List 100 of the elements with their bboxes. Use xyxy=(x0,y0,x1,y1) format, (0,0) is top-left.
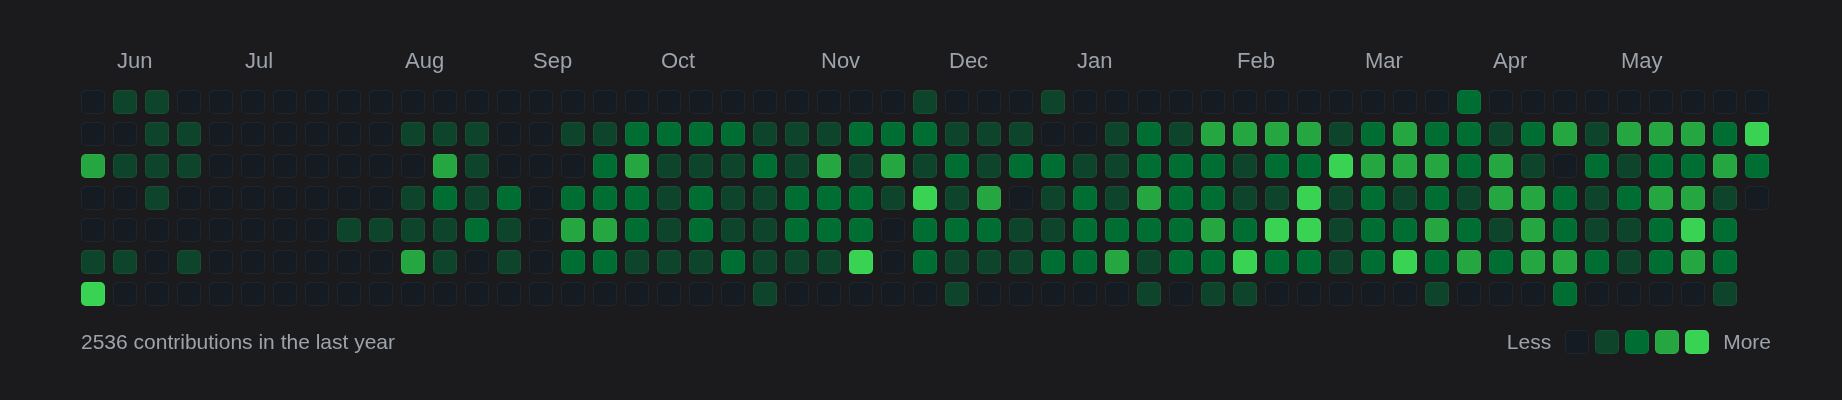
contribution-cell[interactable] xyxy=(1457,90,1481,114)
contribution-cell[interactable] xyxy=(977,218,1001,242)
contribution-cell[interactable] xyxy=(1265,186,1289,210)
contribution-cell[interactable] xyxy=(817,218,841,242)
contribution-cell[interactable] xyxy=(721,186,745,210)
contribution-cell[interactable] xyxy=(913,186,937,210)
contribution-cell[interactable] xyxy=(721,218,745,242)
contribution-cell[interactable] xyxy=(625,186,649,210)
contribution-cell[interactable] xyxy=(657,218,681,242)
contribution-cell[interactable] xyxy=(913,218,937,242)
contribution-cell[interactable] xyxy=(849,186,873,210)
contribution-cell[interactable] xyxy=(1713,122,1737,146)
contribution-cell[interactable] xyxy=(625,154,649,178)
contribution-cell[interactable] xyxy=(1105,218,1129,242)
contribution-cell[interactable] xyxy=(1553,218,1577,242)
contribution-cell[interactable] xyxy=(1169,250,1193,274)
contribution-cell[interactable] xyxy=(1105,250,1129,274)
contribution-cell[interactable] xyxy=(1137,218,1161,242)
contribution-cell[interactable] xyxy=(1137,186,1161,210)
contribution-cell[interactable] xyxy=(1617,154,1641,178)
contribution-cell[interactable] xyxy=(1009,122,1033,146)
contribution-cell[interactable] xyxy=(689,186,713,210)
contribution-cell[interactable] xyxy=(1009,250,1033,274)
contribution-cell[interactable] xyxy=(657,122,681,146)
contribution-cell[interactable] xyxy=(433,154,457,178)
contribution-cell[interactable] xyxy=(1585,186,1609,210)
contribution-cell[interactable] xyxy=(1425,154,1449,178)
contribution-cell[interactable] xyxy=(1041,250,1065,274)
contribution-cell[interactable] xyxy=(945,218,969,242)
contribution-cell[interactable] xyxy=(785,218,809,242)
contribution-cell[interactable] xyxy=(1521,218,1545,242)
contribution-cell[interactable] xyxy=(81,250,105,274)
contribution-cell[interactable] xyxy=(945,250,969,274)
contribution-cell[interactable] xyxy=(1745,154,1769,178)
contribution-cell[interactable] xyxy=(1713,154,1737,178)
contribution-cell[interactable] xyxy=(1617,122,1641,146)
contribution-cell[interactable] xyxy=(657,250,681,274)
contribution-cell[interactable] xyxy=(1457,250,1481,274)
contribution-cell[interactable] xyxy=(849,218,873,242)
contribution-cell[interactable] xyxy=(177,250,201,274)
contribution-cell[interactable] xyxy=(913,154,937,178)
contribution-cell[interactable] xyxy=(1649,122,1673,146)
contribution-cell[interactable] xyxy=(1681,250,1705,274)
contribution-cell[interactable] xyxy=(1233,154,1257,178)
contribution-cell[interactable] xyxy=(561,250,585,274)
contribution-cell[interactable] xyxy=(1489,186,1513,210)
contribution-cell[interactable] xyxy=(1073,250,1097,274)
contribution-cell[interactable] xyxy=(1137,250,1161,274)
contribution-cell[interactable] xyxy=(1361,250,1385,274)
contribution-cell[interactable] xyxy=(1713,218,1737,242)
contribution-cell[interactable] xyxy=(1361,122,1385,146)
contribution-cell[interactable] xyxy=(1233,282,1257,306)
contribution-cell[interactable] xyxy=(1585,250,1609,274)
contribution-cell[interactable] xyxy=(337,218,361,242)
contribution-cell[interactable] xyxy=(753,282,777,306)
contribution-cell[interactable] xyxy=(1265,250,1289,274)
contribution-cell[interactable] xyxy=(785,122,809,146)
contribution-cell[interactable] xyxy=(1713,282,1737,306)
contribution-cell[interactable] xyxy=(1489,122,1513,146)
contribution-cell[interactable] xyxy=(1201,282,1225,306)
contribution-cell[interactable] xyxy=(1425,122,1449,146)
contribution-cell[interactable] xyxy=(689,154,713,178)
contribution-cell[interactable] xyxy=(145,154,169,178)
contribution-cell[interactable] xyxy=(593,250,617,274)
contribution-cell[interactable] xyxy=(1265,218,1289,242)
contribution-cell[interactable] xyxy=(1649,250,1673,274)
contribution-cell[interactable] xyxy=(1393,218,1417,242)
contribution-cell[interactable] xyxy=(593,218,617,242)
contribution-cell[interactable] xyxy=(561,218,585,242)
contribution-cell[interactable] xyxy=(1393,122,1417,146)
contribution-cell[interactable] xyxy=(1393,154,1417,178)
contribution-cell[interactable] xyxy=(945,186,969,210)
contribution-cell[interactable] xyxy=(1521,154,1545,178)
contribution-cell[interactable] xyxy=(1425,218,1449,242)
contribution-cell[interactable] xyxy=(465,218,489,242)
contribution-cell[interactable] xyxy=(465,154,489,178)
contribution-cell[interactable] xyxy=(1297,186,1321,210)
contribution-cell[interactable] xyxy=(1233,250,1257,274)
contribution-cell[interactable] xyxy=(1521,250,1545,274)
contribution-cell[interactable] xyxy=(1489,154,1513,178)
contribution-cell[interactable] xyxy=(497,250,521,274)
contribution-cell[interactable] xyxy=(1201,250,1225,274)
contribution-cell[interactable] xyxy=(497,186,521,210)
contribution-cell[interactable] xyxy=(1073,186,1097,210)
contribution-cell[interactable] xyxy=(1585,218,1609,242)
contribution-cell[interactable] xyxy=(1233,218,1257,242)
contribution-cell[interactable] xyxy=(977,122,1001,146)
contribution-cell[interactable] xyxy=(1585,122,1609,146)
contribution-cell[interactable] xyxy=(1553,122,1577,146)
contribution-cell[interactable] xyxy=(1169,186,1193,210)
contribution-cell[interactable] xyxy=(1137,282,1161,306)
contribution-cell[interactable] xyxy=(1681,122,1705,146)
contribution-cell[interactable] xyxy=(1265,154,1289,178)
contribution-cell[interactable] xyxy=(945,154,969,178)
contribution-cell[interactable] xyxy=(753,186,777,210)
contribution-cell[interactable] xyxy=(1713,250,1737,274)
contribution-cell[interactable] xyxy=(1329,218,1353,242)
contribution-cell[interactable] xyxy=(1233,186,1257,210)
contribution-cell[interactable] xyxy=(721,122,745,146)
contribution-cell[interactable] xyxy=(401,250,425,274)
